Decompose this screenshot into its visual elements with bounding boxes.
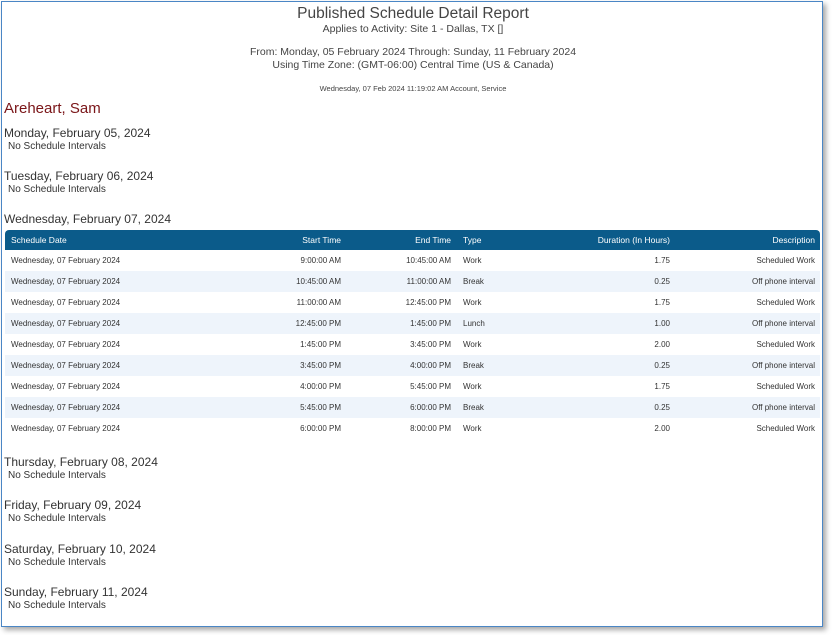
header-schedule-date: Schedule Date <box>11 235 67 245</box>
table-row: Wednesday, 07 February 2024 12:45:00 PM 1:… <box>5 313 820 334</box>
table-row: Wednesday, 07 February 2024 3:45:00 PM 4:0… <box>5 355 820 376</box>
table-header: Schedule Date Start Time End Time Type D… <box>5 230 820 250</box>
cell-duration: 1.75 <box>654 256 670 265</box>
cell-description: Scheduled Work <box>756 382 815 391</box>
cell-end-time: 10:45:00 AM <box>406 256 451 265</box>
no-schedule-thursday: No Schedule Intervals <box>8 470 106 481</box>
time-zone: Using Time Zone: (GMT-06:00) Central Tim… <box>272 59 554 71</box>
cell-duration: 1.75 <box>654 382 670 391</box>
cell-start-time: 1:45:00 PM <box>300 340 341 349</box>
cell-duration: 2.00 <box>654 340 670 349</box>
header-type: Type <box>463 235 482 245</box>
cell-start-time: 10:45:00 AM <box>296 277 341 286</box>
cell-duration: 2.00 <box>654 424 670 433</box>
day-heading-wednesday: Wednesday, February 07, 2024 <box>4 212 171 226</box>
table-row: Wednesday, 07 February 2024 5:45:00 PM 6:0… <box>5 397 820 418</box>
cell-schedule-date: Wednesday, 07 February 2024 <box>11 382 121 391</box>
cell-description: Off phone interval <box>751 403 815 412</box>
cell-start-time: 9:00:00 AM <box>300 256 341 265</box>
table-body: Wednesday, 07 February 2024 9:00:00 AM 10:… <box>5 250 820 439</box>
cell-schedule-date: Wednesday, 07 February 2024 <box>11 319 121 328</box>
table-row: Wednesday, 07 February 2024 10:45:00 AM 11… <box>5 271 820 292</box>
cell-start-time: 3:45:00 PM <box>300 361 341 370</box>
day-heading-monday: Monday, February 05, 2024 <box>4 126 151 140</box>
date-range: From: Monday, 05 February 2024 Through: … <box>249 46 577 58</box>
cell-schedule-date: Wednesday, 07 February 2024 <box>11 298 121 307</box>
cell-schedule-date: Wednesday, 07 February 2024 <box>11 277 121 286</box>
cell-end-time: 1:45:00 PM <box>410 319 451 328</box>
day-heading-sunday: Sunday, February 11, 2024 <box>4 585 148 599</box>
report-title: Published Schedule Detail Report <box>297 5 529 22</box>
header-end-time: End Time <box>415 235 451 245</box>
day-heading-friday: Friday, February 09, 2024 <box>4 498 142 512</box>
cell-description: Scheduled Work <box>756 256 815 265</box>
cell-description: Off phone interval <box>751 319 815 328</box>
cell-description: Off phone interval <box>751 361 815 370</box>
cell-type: Work <box>463 424 482 433</box>
header-start-time: Start Time <box>302 235 341 245</box>
cell-end-time: 12:45:00 PM <box>405 298 451 307</box>
report-frame: Published Schedule Detail Report Applies… <box>1 1 823 627</box>
generated-stamp: Wednesday, 07 Feb 2024 11:19:02 AM Accou… <box>319 84 507 93</box>
cell-duration: 0.25 <box>654 403 670 412</box>
person-name: Areheart, Sam <box>4 100 101 117</box>
cell-schedule-date: Wednesday, 07 February 2024 <box>11 340 121 349</box>
cell-duration: 1.00 <box>654 319 670 328</box>
cell-end-time: 8:00:00 PM <box>410 424 451 433</box>
no-schedule-saturday: No Schedule Intervals <box>8 557 106 568</box>
cell-description: Scheduled Work <box>756 340 815 349</box>
cell-type: Break <box>463 361 484 370</box>
schedule-table: Schedule Date Start Time End Time Type D… <box>5 230 820 439</box>
cell-type: Work <box>463 298 482 307</box>
cell-type: Work <box>463 340 482 349</box>
cell-description: Scheduled Work <box>756 424 815 433</box>
no-schedule-friday: No Schedule Intervals <box>8 513 106 524</box>
cell-description: Off phone interval <box>751 277 815 286</box>
cell-type: Work <box>463 382 482 391</box>
no-schedule-tuesday: No Schedule Intervals <box>8 184 106 195</box>
cell-duration: 0.25 <box>654 277 670 286</box>
cell-schedule-date: Wednesday, 07 February 2024 <box>11 361 121 370</box>
cell-duration: 1.75 <box>654 298 670 307</box>
cell-schedule-date: Wednesday, 07 February 2024 <box>11 424 121 433</box>
no-schedule-monday: No Schedule Intervals <box>8 141 106 152</box>
cell-end-time: 5:45:00 PM <box>410 382 451 391</box>
applies-to: Applies to Activity: Site 1 - Dallas, TX… <box>322 23 504 35</box>
day-heading-thursday: Thursday, February 08, 2024 <box>4 455 158 469</box>
table-row: Wednesday, 07 February 2024 4:00:00 PM 5:4… <box>5 376 820 397</box>
cell-end-time: 11:00:00 AM <box>406 277 451 286</box>
no-schedule-sunday: No Schedule Intervals <box>8 600 106 611</box>
cell-start-time: 12:45:00 PM <box>295 319 341 328</box>
table-row: Wednesday, 07 February 2024 1:45:00 PM 3:4… <box>5 334 820 355</box>
day-heading-tuesday: Tuesday, February 06, 2024 <box>4 169 154 183</box>
table-row: Wednesday, 07 February 2024 9:00:00 AM 10:… <box>5 250 820 271</box>
cell-type: Work <box>463 256 482 265</box>
cell-start-time: 11:00:00 AM <box>296 298 341 307</box>
header-duration: Duration (In Hours) <box>597 235 670 245</box>
cell-schedule-date: Wednesday, 07 February 2024 <box>11 403 121 412</box>
cell-end-time: 4:00:00 PM <box>410 361 451 370</box>
cell-type: Break <box>463 277 484 286</box>
table-row: Wednesday, 07 February 2024 6:00:00 PM 8:0… <box>5 418 820 439</box>
table-row: Wednesday, 07 February 2024 11:00:00 AM 12… <box>5 292 820 313</box>
cell-start-time: 6:00:00 PM <box>300 424 341 433</box>
cell-end-time: 3:45:00 PM <box>410 340 451 349</box>
header-description: Description <box>772 235 815 245</box>
cell-type: Break <box>463 403 484 412</box>
cell-schedule-date: Wednesday, 07 February 2024 <box>11 256 121 265</box>
cell-end-time: 6:00:00 PM <box>410 403 451 412</box>
cell-start-time: 4:00:00 PM <box>300 382 341 391</box>
cell-start-time: 5:45:00 PM <box>300 403 341 412</box>
cell-description: Scheduled Work <box>756 298 815 307</box>
cell-duration: 0.25 <box>654 361 670 370</box>
cell-type: Lunch <box>463 319 485 328</box>
day-heading-saturday: Saturday, February 10, 2024 <box>4 542 156 556</box>
